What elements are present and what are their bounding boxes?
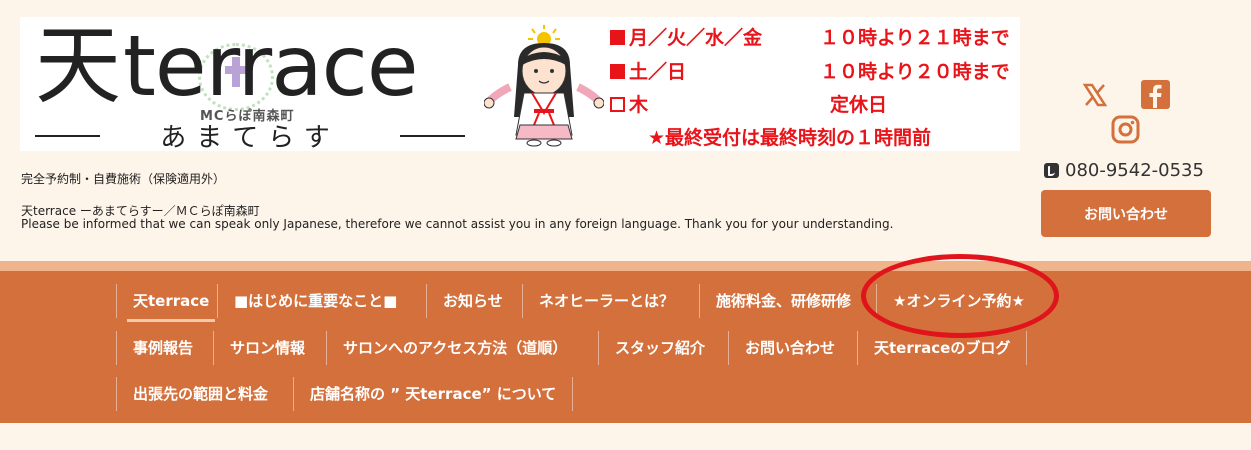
logo-kana: あまてらす — [160, 123, 340, 151]
square-bullet-icon — [610, 30, 625, 45]
nav-item-travel[interactable]: 出張先の範囲と料金 — [116, 377, 284, 411]
square-bullet-icon — [610, 64, 625, 79]
page-background — [0, 423, 1251, 450]
facebook-icon[interactable] — [1141, 80, 1170, 109]
hours-time: １０時より２０時まで — [820, 61, 1010, 83]
global-nav: 天terrace ■はじめに重要なこと■ お知らせ ネオヒーラーとは？ 施術料金… — [0, 271, 1251, 423]
nav-item-pricing[interactable]: 施術料金、研修研修 — [699, 284, 867, 318]
goddess-illustration — [484, 25, 604, 147]
nav-item-news[interactable]: お知らせ — [426, 284, 519, 318]
logo-terrace: terrace — [123, 17, 419, 115]
x-icon[interactable] — [1082, 82, 1108, 108]
nav-item-name-origin[interactable]: 店舗名称の ” 天terrace” について — [293, 377, 574, 411]
phone-text: 080-9542-0535 — [1065, 160, 1204, 181]
instagram-icon[interactable] — [1111, 115, 1140, 144]
nav-item-neohealer[interactable]: ネオヒーラーとは？ — [522, 284, 690, 318]
last-order-notice: ★最終受付は最終時刻の１時間前 — [648, 127, 932, 149]
header-banner[interactable]: 天 terrace MCらぽ南森町 あまてらす 月／火／水／金 １０時より２１時… — [20, 17, 1020, 151]
nav-item-staff[interactable]: スタッフ紹介 — [598, 331, 721, 365]
hours-row: 木 — [610, 90, 648, 117]
nav-item-contact[interactable]: お問い合わせ — [728, 331, 851, 365]
hours-row: 土／日 — [610, 57, 686, 84]
hours-days: 土／日 — [629, 61, 687, 83]
hours-time: １０時より２１時まで — [820, 27, 1010, 49]
nav-item-home[interactable]: 天terrace — [116, 284, 225, 322]
contact-button[interactable]: お問い合わせ — [1041, 190, 1211, 237]
nav-item-cases[interactable]: 事例報告 — [116, 331, 209, 365]
hours-days: 月／火／水／金 — [629, 27, 763, 49]
language-note: Please be informed that we can speak onl… — [21, 217, 894, 231]
logo-ten: 天 — [35, 17, 121, 116]
reservation-note: 完全予約制・自費施術（保険適用外） — [21, 172, 226, 186]
phone-icon — [1044, 163, 1059, 178]
empty-square-icon — [610, 97, 625, 112]
hours-row: 月／火／水／金 — [610, 23, 762, 50]
nav-divider — [0, 261, 1251, 271]
nav-item-salon-info[interactable]: サロン情報 — [213, 331, 321, 365]
nav-item-important[interactable]: ■はじめに重要なこと■ — [217, 284, 413, 318]
hours-closed: 定休日 — [830, 94, 888, 116]
hours-days: 木 — [629, 94, 649, 116]
phone-number[interactable]: 080-9542-0535 — [1044, 160, 1204, 181]
nav-item-access[interactable]: サロンへのアクセス方法（道順） — [326, 331, 583, 365]
highlight-circle — [861, 254, 1059, 338]
logo-rule-right — [400, 135, 465, 137]
